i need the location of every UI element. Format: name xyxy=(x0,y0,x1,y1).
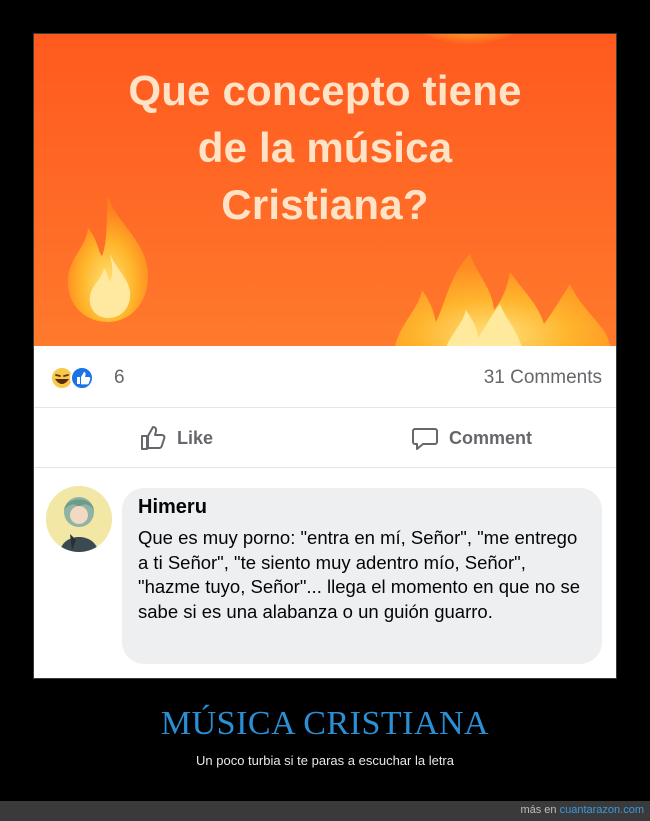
reactions-summary-bar: 6 31 Comments xyxy=(34,346,616,408)
sun-glow-decoration xyxy=(414,34,524,44)
post-action-bar: Like Comment xyxy=(34,408,616,468)
comments-count-link[interactable]: 31 Comments xyxy=(484,367,602,389)
comment-bubble: Himeru Que es muy porno: "entra en mí, S… xyxy=(122,488,602,664)
flame-icon xyxy=(395,254,611,346)
caption-subtitle: Un poco turbia si te paras a escuchar la… xyxy=(196,753,454,768)
comment-section: Himeru Que es muy porno: "entra en mí, S… xyxy=(34,468,616,678)
footer-text: más en cuantarazon.com xyxy=(520,804,644,816)
site-link[interactable]: cuantarazon.com xyxy=(560,804,644,816)
avatar[interactable] xyxy=(46,486,112,552)
facebook-post-screenshot: Que concepto tiene de la música Cristian… xyxy=(33,33,617,679)
headline-line-1: Que concepto tiene xyxy=(128,67,522,114)
footer-bar: más en cuantarazon.com xyxy=(0,801,650,821)
thumbs-up-icon xyxy=(141,426,166,450)
reaction-icons[interactable] xyxy=(50,365,110,391)
like-reaction-icon xyxy=(70,366,94,390)
like-button-label: Like xyxy=(177,427,214,448)
comment-author[interactable]: Himeru xyxy=(138,496,207,519)
avatar-illustration xyxy=(46,486,112,552)
footer-prefix: más en xyxy=(520,804,560,816)
comment-button[interactable]: Comment xyxy=(410,422,532,454)
post-image: Que concepto tiene de la música Cristian… xyxy=(34,34,616,346)
like-button[interactable]: Like xyxy=(138,422,213,454)
caption-title: MÚSICA CRISTIANA xyxy=(160,705,490,742)
comment-icon xyxy=(412,428,438,450)
haha-reaction-icon xyxy=(50,366,74,390)
comment-button-label: Comment xyxy=(449,427,533,448)
headline-line-2: de la música xyxy=(197,124,453,171)
flame-icon xyxy=(67,196,149,322)
comment-text: Que es muy porno: "entra en mí, Señor", … xyxy=(138,527,580,622)
reaction-count[interactable]: 6 xyxy=(114,367,125,389)
